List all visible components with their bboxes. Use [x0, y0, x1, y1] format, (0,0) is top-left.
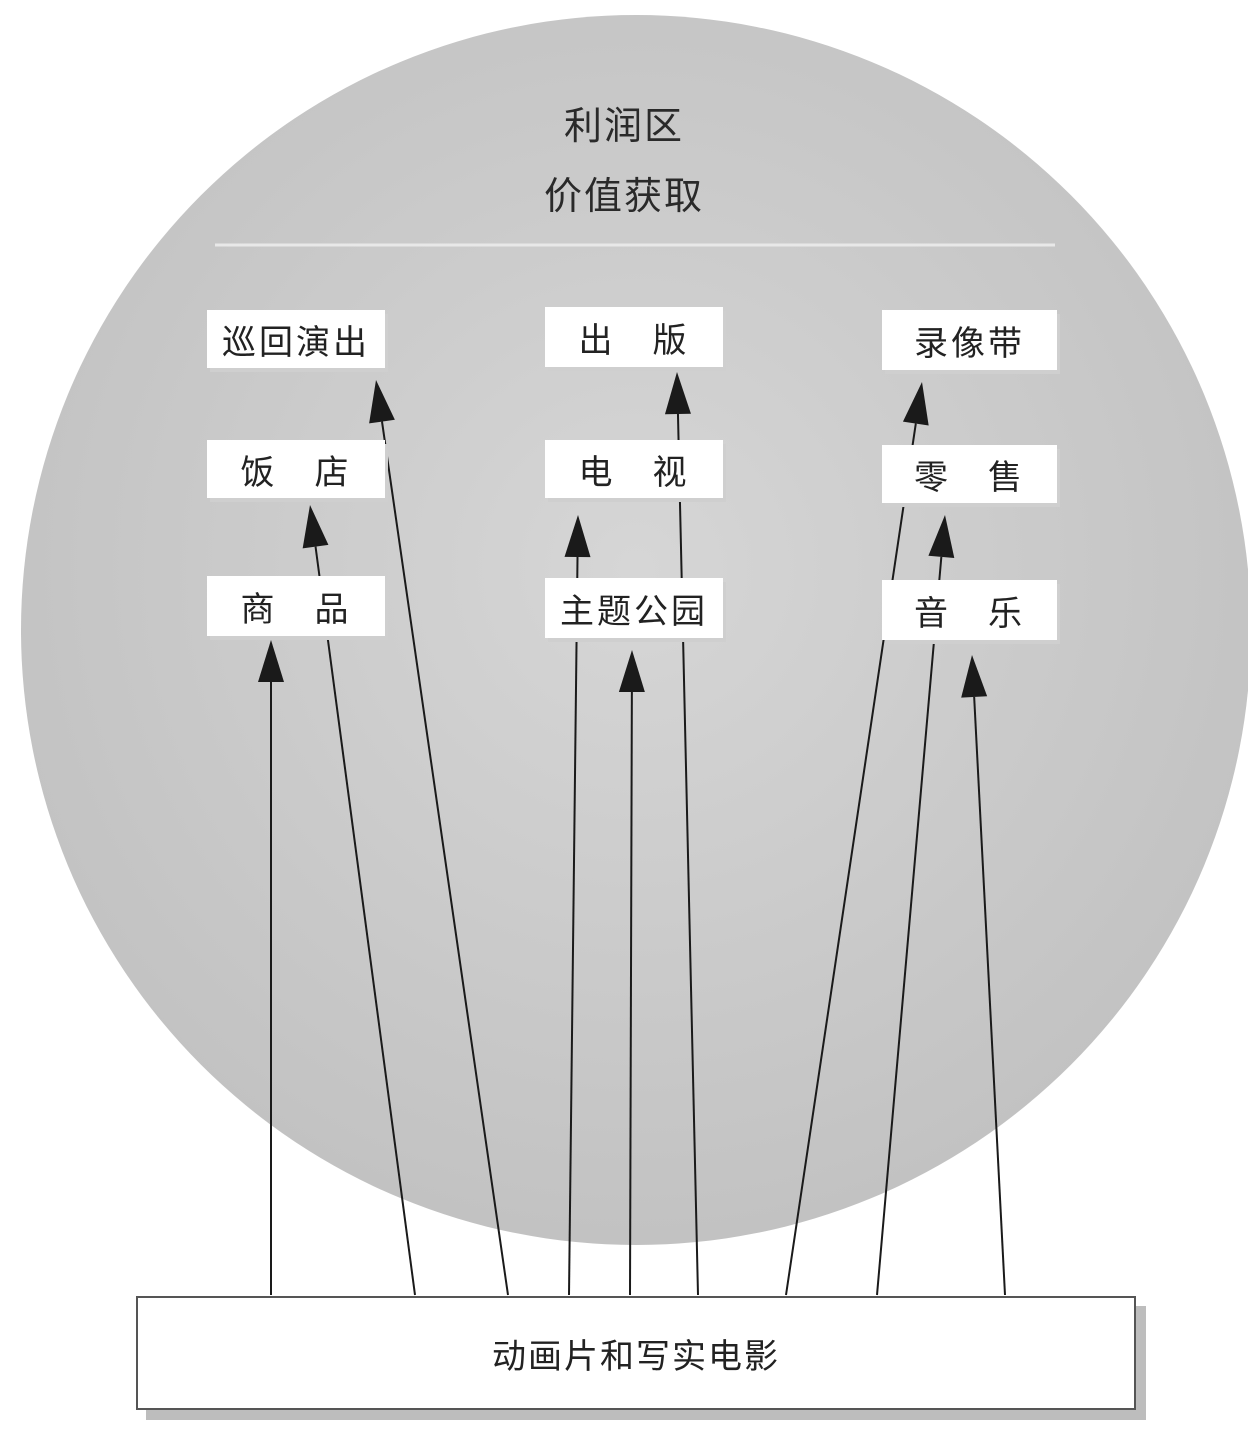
diagram-stage: 利润区 价值获取 巡回演出 出 版 录像带 饭 店 电 视 零 售 商 品 主题… [0, 0, 1248, 1431]
node-video: 录像带 [882, 310, 1057, 370]
node-merch: 商 品 [207, 576, 385, 636]
zone-subtitle: 价值获取 [543, 174, 704, 218]
node-tour: 巡回演出 [207, 310, 385, 368]
node-music: 音 乐 [882, 580, 1057, 640]
zone-title: 利润区 [563, 104, 684, 148]
node-publishing: 出 版 [545, 307, 723, 367]
base-box: 动画片和写实电影 [136, 1296, 1136, 1410]
node-tv: 电 视 [545, 440, 723, 498]
node-hotel: 饭 店 [207, 440, 385, 498]
node-themepark: 主题公园 [545, 578, 723, 638]
node-retail: 零 售 [882, 445, 1057, 503]
